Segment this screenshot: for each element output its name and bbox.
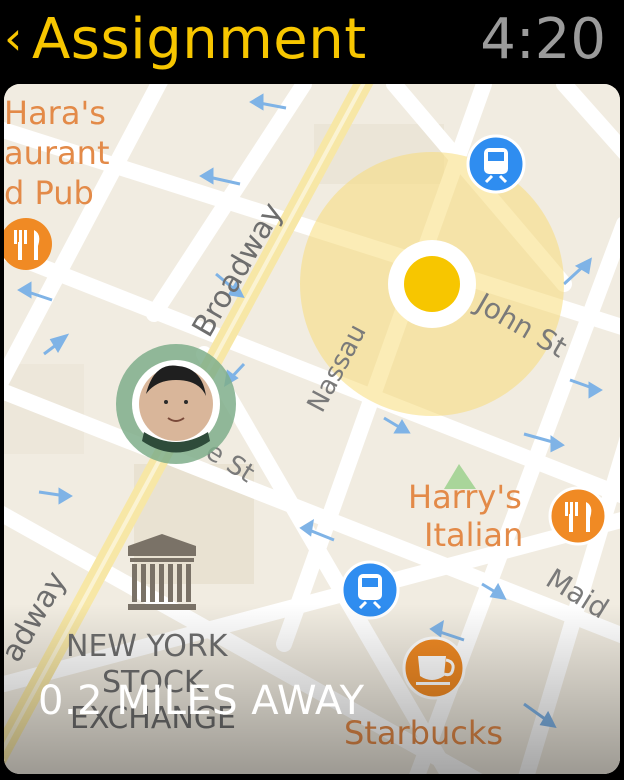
destination-pin[interactable] [404, 256, 460, 312]
poi-label-harrys: Harry's [408, 478, 522, 516]
train-icon[interactable] [340, 560, 400, 620]
poi-label-restaurant-1: Hara's [4, 94, 106, 132]
coffee-cup-icon[interactable] [402, 636, 466, 700]
poi-label-italian: Italian [424, 516, 523, 554]
clock-time: 4:20 [480, 7, 606, 72]
poi-label-nyse-1: NEW YORK [66, 629, 229, 664]
poi-label-starbucks: Starbucks [344, 714, 503, 752]
back-chevron-icon[interactable]: ‹ [4, 10, 22, 66]
distance-readout: 0.2 MILES AWAY [38, 678, 365, 724]
poi-label-restaurant-2: aurant [4, 134, 109, 172]
header-bar: ‹ Assignment 4:20 [0, 0, 624, 84]
map-canvas: Broadway adway Nassau John St e St Maid … [4, 84, 620, 774]
page-title[interactable]: Assignment [32, 4, 367, 76]
user-location-marker[interactable] [116, 344, 236, 464]
fork-knife-icon[interactable] [548, 486, 608, 546]
poi-label-restaurant-3: d Pub [4, 174, 94, 212]
train-icon[interactable] [466, 134, 526, 194]
map-view[interactable]: Broadway adway Nassau John St e St Maid … [4, 84, 620, 774]
